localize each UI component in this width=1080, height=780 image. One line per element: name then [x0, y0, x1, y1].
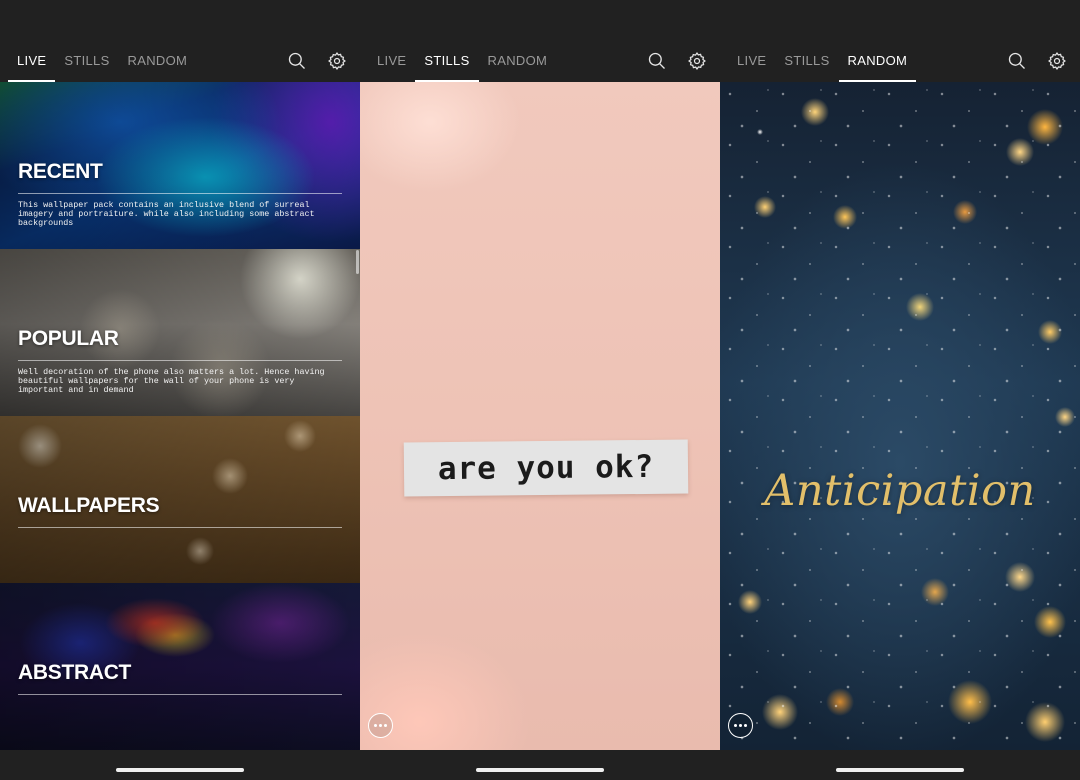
category-description: Well decoration of the phone also matter… [18, 367, 325, 395]
wallpaper-text: Anticipation [764, 466, 1036, 516]
tab-stills[interactable]: STILLS [415, 40, 479, 82]
top-bar-actions [646, 40, 708, 82]
snow-overlay [720, 82, 1080, 750]
category-abstract[interactable]: ABSTRACT [0, 583, 360, 750]
wallpaper-image [360, 82, 720, 750]
category-title: RECENT [18, 160, 103, 183]
top-bar: LIVE STILLS RANDOM [0, 40, 360, 82]
category-title: ABSTRACT [18, 661, 132, 684]
divider [18, 193, 342, 194]
scrollbar[interactable] [356, 250, 359, 274]
tab-stills[interactable]: STILLS [55, 40, 118, 82]
divider [18, 527, 342, 528]
tab-random[interactable]: RANDOM [119, 40, 197, 82]
top-bar: LIVE STILLS RANDOM [360, 40, 720, 82]
top-bar-actions [1006, 40, 1068, 82]
search-icon[interactable] [1006, 50, 1028, 72]
wallpaper-preview[interactable]: Anticipation [720, 82, 1080, 750]
category-wallpapers[interactable]: WALLPAPERS [0, 416, 360, 583]
tab-live[interactable]: LIVE [8, 40, 56, 82]
tab-live[interactable]: LIVE [368, 40, 415, 82]
category-recent[interactable]: RECENT This wallpaper pack contains an i… [0, 82, 360, 249]
divider [18, 694, 342, 695]
search-icon[interactable] [286, 50, 308, 72]
wallpaper-preview[interactable]: are you ok? [360, 82, 720, 750]
paper-strip: are you ok? [403, 439, 689, 497]
gear-icon[interactable] [326, 50, 348, 72]
app-screens: LIVE STILLS RANDOM RECENT This wallpaper… [0, 0, 1080, 780]
top-bar: LIVE STILLS RANDOM [720, 40, 1080, 82]
gear-icon[interactable] [1046, 50, 1068, 72]
divider [18, 360, 342, 361]
home-indicator[interactable] [836, 768, 964, 772]
home-indicator[interactable] [116, 768, 244, 772]
screen-random: LIVE STILLS RANDOM Anticipation [720, 0, 1080, 780]
tab-random[interactable]: RANDOM [838, 40, 917, 82]
screen-stills: LIVE STILLS RANDOM are you ok? [360, 0, 720, 780]
category-title: WALLPAPERS [18, 494, 160, 517]
gear-icon[interactable] [686, 50, 708, 72]
category-popular[interactable]: POPULAR Well decoration of the phone als… [0, 249, 360, 416]
more-options-icon[interactable] [368, 713, 393, 738]
top-bar-actions [286, 40, 348, 82]
tab-random[interactable]: RANDOM [479, 40, 557, 82]
category-title: POPULAR [18, 327, 119, 350]
category-list[interactable]: RECENT This wallpaper pack contains an i… [0, 82, 360, 750]
more-options-icon[interactable] [728, 713, 753, 738]
tab-live[interactable]: LIVE [728, 40, 775, 82]
tab-stills[interactable]: STILLS [775, 40, 838, 82]
search-icon[interactable] [646, 50, 668, 72]
category-description: This wallpaper pack contains an inclusiv… [18, 200, 315, 228]
home-indicator[interactable] [476, 768, 604, 772]
screen-live: LIVE STILLS RANDOM RECENT This wallpaper… [0, 0, 360, 780]
wallpaper-text: are you ok? [437, 448, 655, 488]
